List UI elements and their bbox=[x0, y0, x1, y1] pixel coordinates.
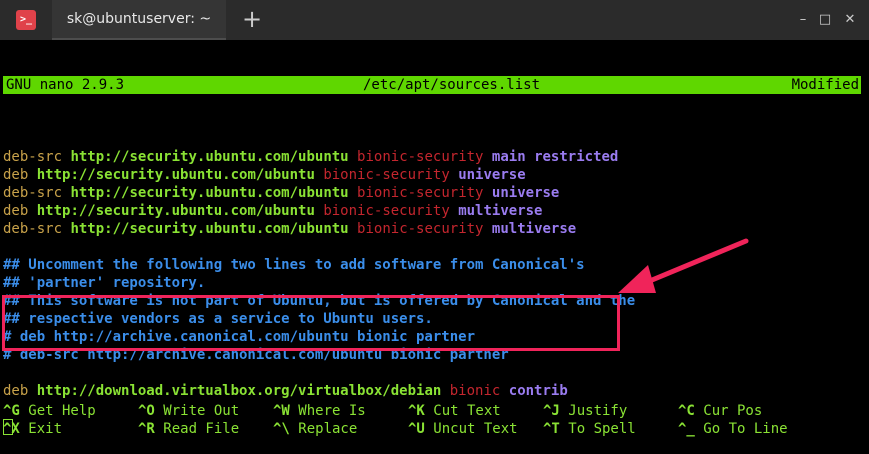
file-path: /etc/apt/sources.list bbox=[363, 77, 541, 93]
nano-header-bar: GNU nano 2.9.3 /etc/apt/sources.list Mod… bbox=[3, 76, 861, 94]
shortcut-label: Write Out bbox=[154, 403, 240, 419]
source-components: multiverse bbox=[458, 203, 543, 219]
shortcut-justify[interactable]: ^J Justify bbox=[543, 402, 627, 420]
source-components: contrib bbox=[508, 383, 568, 399]
shortcut-label: Where Is bbox=[289, 403, 366, 419]
editor-line: deb http://download.virtualbox.org/virtu… bbox=[3, 382, 869, 400]
shortcut-label: Read File bbox=[154, 421, 240, 437]
shortcut-cur-pos[interactable]: ^C Cur Pos bbox=[678, 402, 762, 420]
source-dist: bionic-security bbox=[357, 221, 484, 237]
shortcut-key: ^T bbox=[543, 421, 560, 437]
shortcut-write-out[interactable]: ^O Write Out bbox=[138, 402, 239, 420]
tab-title: sk@ubuntuserver: ~ bbox=[66, 11, 212, 27]
source-components: universe bbox=[491, 185, 560, 201]
source-dist: bionic-security bbox=[323, 167, 450, 183]
editor-line: deb http://security.ubuntu.com/ubuntu bi… bbox=[3, 166, 869, 184]
shortcut-read-file[interactable]: ^R Read File bbox=[138, 420, 239, 438]
shortcut-key: ^G bbox=[3, 403, 20, 419]
editor-line: deb http://security.ubuntu.com/ubuntu bi… bbox=[3, 202, 869, 220]
source-dist: bionic bbox=[449, 383, 501, 399]
shortcut-key: ^_ bbox=[678, 421, 695, 437]
close-button[interactable]: ✕ bbox=[840, 10, 860, 30]
shortcut-label: Replace bbox=[289, 421, 358, 437]
shortcut-where-is[interactable]: ^W Where Is bbox=[273, 402, 366, 420]
new-tab-button[interactable]: + bbox=[240, 7, 264, 32]
comment-text: ## 'partner' repository. bbox=[3, 275, 206, 291]
comment-text: ## Uncomment the following two lines to … bbox=[3, 257, 585, 273]
shortcut-replace[interactable]: ^\ Replace bbox=[273, 420, 357, 438]
shortcut-cut-text[interactable]: ^K Cut Text bbox=[408, 402, 501, 420]
shortcut-label: Justify bbox=[559, 403, 628, 419]
shortcut-key: ^\ bbox=[273, 421, 290, 437]
shortcut-key: ^K bbox=[408, 403, 425, 419]
nano-version: GNU nano 2.9.3 bbox=[6, 77, 125, 93]
terminal-app-icon[interactable]: >_ bbox=[16, 10, 36, 30]
source-dist: bionic-security bbox=[357, 185, 484, 201]
shortcut-label: Uncut Text bbox=[424, 421, 518, 437]
source-url: http://security.ubuntu.com/ubuntu bbox=[70, 221, 349, 237]
source-components: main restricted bbox=[491, 149, 619, 165]
modified-status: Modified bbox=[791, 77, 859, 93]
shortcut-label: Go To Line bbox=[694, 421, 788, 437]
shortcut-label: Cut Text bbox=[424, 403, 501, 419]
shortcut-key: ^U bbox=[408, 421, 425, 437]
source-components: multiverse bbox=[491, 221, 577, 237]
shortcut-key: ^C bbox=[678, 403, 695, 419]
window-titlebar: >_ sk@ubuntuserver: ~ + – □ ✕ bbox=[0, 0, 869, 40]
editor-line: deb-src http://security.ubuntu.com/ubunt… bbox=[3, 184, 869, 202]
source-url: http://security.ubuntu.com/ubuntu bbox=[36, 167, 315, 183]
shortcut-label: Exit bbox=[19, 421, 63, 437]
shortcut-label: Cur Pos bbox=[694, 403, 763, 419]
minimize-button[interactable]: – bbox=[793, 10, 813, 30]
shortcut-key: ^R bbox=[138, 421, 155, 437]
shortcut-get-help[interactable]: ^G Get Help bbox=[3, 402, 96, 420]
source-type: deb-src bbox=[3, 221, 63, 237]
shortcut-label: Get Help bbox=[19, 403, 96, 419]
maximize-button[interactable]: □ bbox=[815, 10, 835, 30]
shortcut-go-to-line[interactable]: ^_ Go To Line bbox=[678, 420, 788, 438]
shortcut-to-spell[interactable]: ^T To Spell bbox=[543, 420, 636, 438]
source-dist: bionic-security bbox=[357, 149, 484, 165]
shortcut-key: ^X bbox=[3, 421, 20, 437]
source-type: deb bbox=[3, 167, 29, 183]
shortcut-key: ^J bbox=[543, 403, 560, 419]
source-url: http://security.ubuntu.com/ubuntu bbox=[36, 203, 315, 219]
annotation-arrow-icon bbox=[618, 238, 749, 293]
editor-line: deb-src http://security.ubuntu.com/ubunt… bbox=[3, 148, 869, 166]
source-dist: bionic-security bbox=[323, 203, 450, 219]
shortcut-key: ^W bbox=[273, 403, 290, 419]
source-url: http://security.ubuntu.com/ubuntu bbox=[70, 185, 349, 201]
tab-terminal[interactable]: sk@ubuntuserver: ~ bbox=[52, 0, 226, 40]
shortcut-exit[interactable]: ^X Exit bbox=[3, 420, 62, 438]
shortcut-key: ^O bbox=[138, 403, 155, 419]
source-type: deb bbox=[3, 203, 29, 219]
source-components: universe bbox=[458, 167, 526, 183]
source-url: http://security.ubuntu.com/ubuntu bbox=[70, 149, 349, 165]
highlight-box bbox=[2, 295, 620, 351]
shortcut-label: To Spell bbox=[559, 421, 636, 437]
source-type: deb-src bbox=[3, 185, 63, 201]
source-type: deb bbox=[3, 383, 29, 399]
shortcut-uncut-text[interactable]: ^U Uncut Text bbox=[408, 420, 518, 438]
source-url: http://download.virtualbox.org/virtualbo… bbox=[36, 383, 442, 399]
